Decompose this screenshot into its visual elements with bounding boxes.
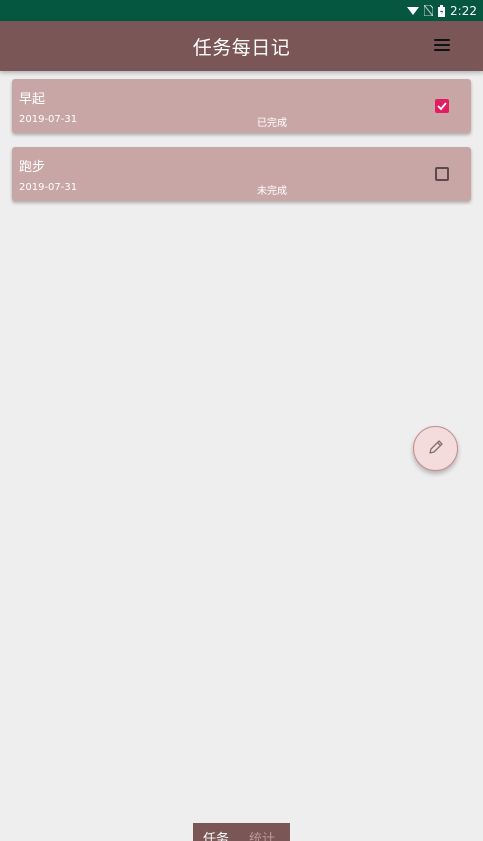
menu-icon[interactable]	[434, 37, 450, 53]
task-name: 早起	[19, 92, 46, 107]
bottom-tab-bar: 任务 统计	[193, 823, 290, 841]
task-name: 跑步	[19, 160, 46, 175]
no-sim-icon	[424, 5, 434, 16]
status-time: 2:22	[450, 3, 477, 18]
battery-icon	[438, 4, 446, 17]
status-bar: 2:22	[0, 0, 483, 21]
tab-stats[interactable]: 统计	[249, 823, 275, 841]
task-status: 已完成	[257, 118, 287, 129]
task-card[interactable]: 早起 2019-07-31 已完成	[12, 79, 471, 133]
pencil-icon	[427, 438, 445, 460]
task-checkbox[interactable]	[435, 167, 449, 181]
task-date: 2019-07-31	[19, 182, 78, 193]
tab-tasks[interactable]: 任务	[203, 823, 229, 841]
task-card[interactable]: 跑步 2019-07-31 未完成	[12, 147, 471, 201]
task-checkbox[interactable]	[435, 99, 449, 113]
page-title: 任务每日记	[192, 36, 291, 59]
task-date: 2019-07-31	[19, 114, 78, 125]
wifi-icon	[407, 6, 420, 16]
edit-fab-button[interactable]	[413, 426, 458, 471]
task-status: 未完成	[257, 186, 287, 197]
app-bar: 任务每日记	[0, 21, 483, 71]
